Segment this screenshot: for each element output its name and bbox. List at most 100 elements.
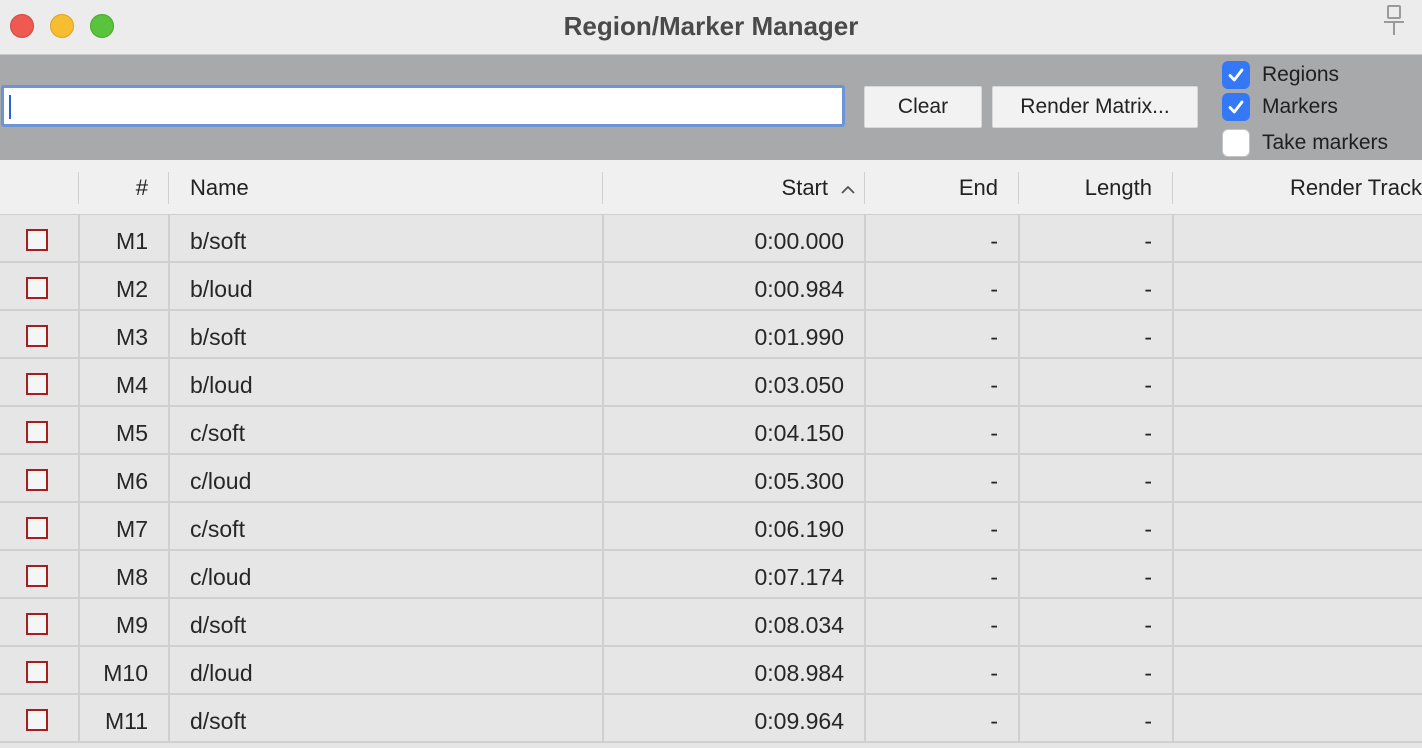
row-start: 0:03.050 <box>754 372 844 398</box>
markers-filter[interactable]: Markers <box>1222 93 1338 121</box>
column-header-start[interactable]: Start <box>604 160 856 214</box>
table-row[interactable]: M4 b/loud 0:03.050 - - <box>0 359 1422 407</box>
row-render-track <box>1174 359 1414 405</box>
table-row[interactable]: M10 d/loud 0:08.984 - - <box>0 647 1422 695</box>
row-end: - <box>990 372 998 398</box>
row-name: c/soft <box>190 420 245 446</box>
row-length: - <box>1144 276 1152 302</box>
row-number: M9 <box>116 612 148 638</box>
title-bar: Region/Marker Manager <box>0 0 1422 55</box>
row-end: - <box>990 468 998 494</box>
row-select-checkbox[interactable] <box>26 325 48 347</box>
table-row[interactable]: M3 b/soft 0:01.990 - - <box>0 311 1422 359</box>
table-row[interactable]: M6 c/loud 0:05.300 - - <box>0 455 1422 503</box>
row-start: 0:07.174 <box>754 564 844 590</box>
row-start: 0:05.300 <box>754 468 844 494</box>
row-length: - <box>1144 468 1152 494</box>
row-number: M3 <box>116 324 148 350</box>
row-select-checkbox[interactable] <box>26 277 48 299</box>
row-render-track <box>1174 695 1414 741</box>
markers-label: Markers <box>1262 95 1338 118</box>
render-matrix-button[interactable]: Render Matrix... <box>992 86 1198 128</box>
table-header: # Name Start End Length Render Track <box>0 160 1422 215</box>
search-input[interactable] <box>1 85 845 127</box>
take-markers-filter[interactable]: Take markers <box>1222 129 1388 157</box>
row-select-checkbox[interactable] <box>26 421 48 443</box>
row-length: - <box>1144 516 1152 542</box>
checkmark-icon <box>1228 68 1244 82</box>
row-start: 0:01.990 <box>754 324 844 350</box>
row-select-checkbox[interactable] <box>26 229 48 251</box>
column-header-end[interactable]: End <box>866 160 998 214</box>
row-select-checkbox[interactable] <box>26 517 48 539</box>
row-end: - <box>990 612 998 638</box>
table-row[interactable]: M5 c/soft 0:04.150 - - <box>0 407 1422 455</box>
row-render-track <box>1174 311 1414 357</box>
row-name: b/loud <box>190 276 253 302</box>
row-number: M1 <box>116 228 148 254</box>
row-select-checkbox[interactable] <box>26 613 48 635</box>
column-header-length[interactable]: Length <box>1020 160 1152 214</box>
column-header-select[interactable] <box>0 160 78 214</box>
row-name: b/loud <box>190 372 253 398</box>
row-length: - <box>1144 708 1152 734</box>
pin-icon[interactable] <box>1376 2 1412 38</box>
row-select-checkbox[interactable] <box>26 709 48 731</box>
row-end: - <box>990 228 998 254</box>
toolbar: Clear Render Matrix... Regions Markers T… <box>0 55 1422 160</box>
row-number: M2 <box>116 276 148 302</box>
table-row[interactable]: M2 b/loud 0:00.984 - - <box>0 263 1422 311</box>
row-render-track <box>1174 551 1414 597</box>
row-name: c/soft <box>190 516 245 542</box>
row-select-checkbox[interactable] <box>26 373 48 395</box>
row-number: M5 <box>116 420 148 446</box>
take-markers-checkbox[interactable] <box>1222 129 1250 157</box>
row-name: d/soft <box>190 708 247 734</box>
row-end: - <box>990 660 998 686</box>
row-render-track <box>1174 407 1414 453</box>
window-title: Region/Marker Manager <box>563 11 859 41</box>
row-end: - <box>990 276 998 302</box>
chevron-up-icon <box>841 185 855 194</box>
row-start: 0:00.000 <box>754 228 844 254</box>
table-row[interactable]: M8 c/loud 0:07.174 - - <box>0 551 1422 599</box>
row-select-checkbox[interactable] <box>26 565 48 587</box>
row-render-track <box>1174 263 1414 309</box>
column-header-start-label: Start <box>781 175 828 200</box>
row-select-checkbox[interactable] <box>26 661 48 683</box>
markers-checkbox[interactable] <box>1222 93 1250 121</box>
row-start: 0:04.150 <box>754 420 844 446</box>
clear-button[interactable]: Clear <box>864 86 982 128</box>
row-end: - <box>990 564 998 590</box>
text-caret <box>9 95 11 119</box>
row-start: 0:08.984 <box>754 660 844 686</box>
checkmark-icon <box>1228 100 1244 114</box>
row-start: 0:00.984 <box>754 276 844 302</box>
row-length: - <box>1144 420 1152 446</box>
row-number: M11 <box>104 708 148 734</box>
row-number: M7 <box>116 516 148 542</box>
row-end: - <box>990 708 998 734</box>
regions-filter[interactable]: Regions <box>1222 61 1339 89</box>
regions-label: Regions <box>1262 63 1340 86</box>
row-name: c/loud <box>190 564 252 590</box>
row-length: - <box>1144 660 1152 686</box>
column-header-number[interactable]: # <box>80 160 148 214</box>
row-name: c/loud <box>190 468 252 494</box>
row-render-track <box>1174 647 1414 693</box>
table-row[interactable]: M7 c/soft 0:06.190 - - <box>0 503 1422 551</box>
table-row[interactable]: M1 b/soft 0:00.000 - - <box>0 215 1422 263</box>
row-end: - <box>990 516 998 542</box>
column-header-name[interactable]: Name <box>190 160 490 214</box>
row-length: - <box>1144 564 1152 590</box>
row-length: - <box>1144 612 1152 638</box>
table-row[interactable]: M11 d/soft 0:09.964 - - <box>0 695 1422 743</box>
row-select-checkbox[interactable] <box>26 469 48 491</box>
column-header-render-track[interactable]: Render Track <box>1174 160 1422 214</box>
row-name: b/soft <box>190 324 247 350</box>
row-number: M8 <box>116 564 148 590</box>
regions-checkbox[interactable] <box>1222 61 1250 89</box>
row-start: 0:08.034 <box>754 612 844 638</box>
row-start: 0:09.964 <box>754 708 844 734</box>
table-row[interactable]: M9 d/soft 0:08.034 - - <box>0 599 1422 647</box>
